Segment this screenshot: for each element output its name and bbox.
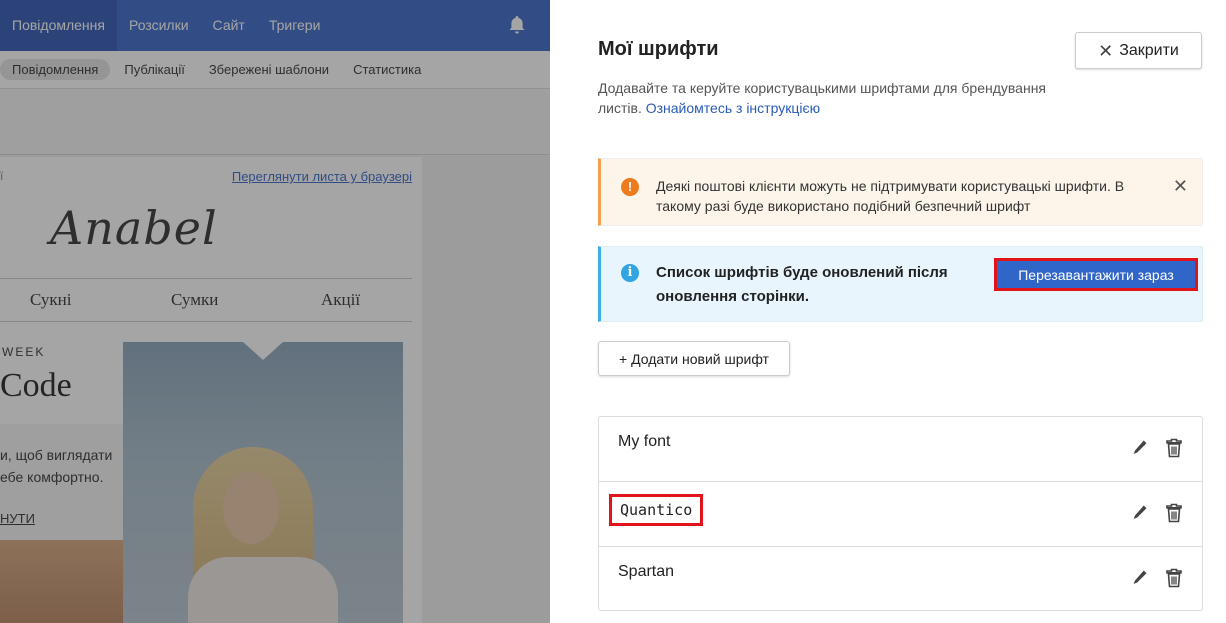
font-list: My font Quantico Spartan xyxy=(598,416,1203,611)
font-name: Quantico xyxy=(609,494,704,526)
modal-overlay[interactable] xyxy=(0,0,550,623)
trash-icon[interactable] xyxy=(1166,438,1182,458)
trash-icon[interactable] xyxy=(1166,568,1182,588)
add-font-button[interactable]: + Додати новий шрифт xyxy=(598,341,790,376)
font-name: Spartan xyxy=(618,563,675,580)
fonts-panel: Мої шрифти ✕ Закрити Додавайте та керуйт… xyxy=(550,0,1226,623)
trash-icon[interactable] xyxy=(1166,503,1182,523)
close-button[interactable]: ✕ Закрити xyxy=(1075,32,1202,69)
close-button-label: Закрити xyxy=(1119,41,1179,59)
info-text: Список шрифтів буде оновлений після онов… xyxy=(656,264,948,305)
info-icon: i xyxy=(621,264,639,282)
dismiss-warning-icon[interactable]: ✕ xyxy=(1173,177,1188,195)
background-app: Повідомлення Розсилки Сайт Тригери Повід… xyxy=(0,0,550,623)
warning-text: Деякі поштові клієнти можуть не підтриму… xyxy=(656,178,1125,214)
instruction-link[interactable]: Ознайомтесь з інструкцією xyxy=(646,100,820,116)
pencil-icon[interactable] xyxy=(1132,439,1148,457)
warning-alert: ! Деякі поштові клієнти можуть не підтри… xyxy=(598,158,1203,226)
info-alert: i Список шрифтів буде оновлений після он… xyxy=(598,246,1203,322)
warning-icon: ! xyxy=(621,178,639,196)
panel-description: Додавайте та керуйте користувацькими шри… xyxy=(598,78,1068,118)
panel-title: Мої шрифти xyxy=(598,38,719,60)
font-row: My font xyxy=(599,417,1202,482)
pencil-icon[interactable] xyxy=(1132,569,1148,587)
font-name: My font xyxy=(618,433,671,450)
pencil-icon[interactable] xyxy=(1132,504,1148,522)
close-icon: ✕ xyxy=(1098,40,1114,61)
font-row: Spartan xyxy=(599,547,1202,612)
reload-now-button[interactable]: Перезавантажити зараз xyxy=(994,258,1198,291)
font-row: Quantico xyxy=(599,482,1202,547)
